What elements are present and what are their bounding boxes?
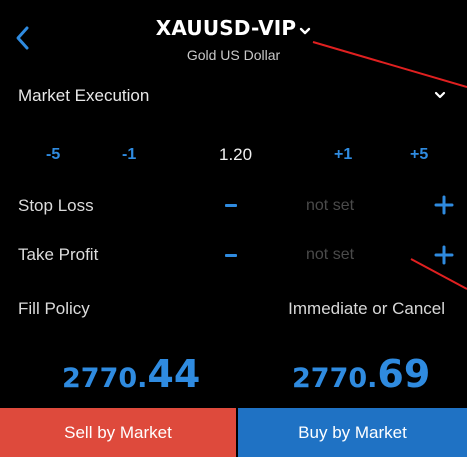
stop-loss-value[interactable]: not set: [306, 197, 354, 215]
bid-price: 2770.44: [62, 352, 200, 396]
ask-price: 2770.69: [292, 352, 430, 396]
volume-minus-5-button[interactable]: -5: [46, 146, 60, 164]
stop-loss-decrease-button[interactable]: [225, 204, 237, 207]
volume-minus-1-button[interactable]: -1: [122, 146, 136, 164]
ask-price-suffix: 69: [377, 352, 431, 396]
chevron-down-icon: [300, 27, 311, 34]
chevron-down-icon: [434, 91, 446, 99]
take-profit-increase-button[interactable]: [433, 244, 455, 266]
fill-policy-label: Fill Policy: [18, 299, 90, 318]
execution-type-label: Market Execution: [18, 86, 150, 105]
symbol-name: XAUUSD-VIP: [155, 16, 297, 40]
fill-policy-value[interactable]: Immediate or Cancel: [288, 299, 445, 319]
symbol-selector[interactable]: XAUUSD-VIP: [0, 16, 467, 40]
ask-price-prefix: 2770.: [292, 363, 378, 394]
buy-by-market-button[interactable]: Buy by Market: [238, 408, 467, 457]
volume-value[interactable]: 1.20: [219, 145, 252, 165]
sell-by-market-button[interactable]: Sell by Market: [0, 408, 236, 457]
stop-loss-increase-button[interactable]: [433, 194, 455, 216]
bid-price-suffix: 44: [147, 352, 201, 396]
take-profit-value[interactable]: not set: [306, 246, 354, 264]
take-profit-label: Take Profit: [18, 245, 99, 264]
volume-plus-5-button[interactable]: +5: [410, 146, 428, 164]
bid-price-prefix: 2770.: [62, 363, 148, 394]
stop-loss-label: Stop Loss: [18, 196, 94, 215]
symbol-description: Gold US Dollar: [186, 47, 281, 63]
volume-plus-1-button[interactable]: +1: [334, 146, 352, 164]
take-profit-decrease-button[interactable]: [225, 254, 237, 257]
